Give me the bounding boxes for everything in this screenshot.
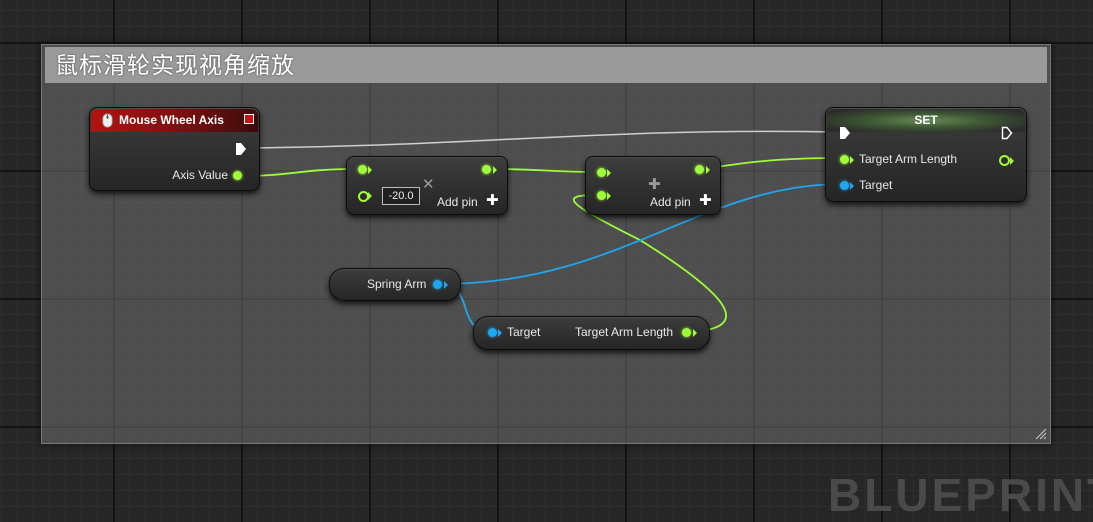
pin-arrow-icon <box>368 192 372 200</box>
spring-arm-variable-node[interactable]: Spring Arm <box>329 268 461 301</box>
multiply-value-input[interactable]: -20.0 <box>382 187 420 205</box>
node-title: Mouse Wheel Axis <box>119 113 224 127</box>
add-output-pin[interactable] <box>695 165 704 174</box>
add-node[interactable]: ✚ Add pin ✚ <box>585 156 721 215</box>
target-arm-length-label: Target Arm Length <box>859 152 958 166</box>
axis-value-pin[interactable] <box>233 171 242 180</box>
pin-arrow-icon <box>368 166 372 174</box>
blueprint-watermark: BLUEPRINT <box>828 469 1093 521</box>
spring-arm-output-pin[interactable] <box>433 280 442 289</box>
pin-arrow-icon <box>607 192 611 200</box>
set-target-pin[interactable] <box>840 181 849 190</box>
add-pin-plus-icon[interactable]: ✚ <box>699 193 712 208</box>
set-target-label: Target <box>859 178 893 192</box>
get-target-arm-length-label: Target Arm Length <box>575 325 674 339</box>
axis-value-label: Axis Value <box>172 168 228 182</box>
delegate-pin-icon[interactable] <box>244 114 254 124</box>
node-title: SET <box>914 113 938 127</box>
pin-arrow-icon <box>607 169 611 177</box>
add-input-b-pin[interactable] <box>597 191 606 200</box>
multiply-operator-icon: ✕ <box>422 176 435 193</box>
mouse-icon <box>102 113 113 128</box>
pin-arrow-icon <box>493 166 497 174</box>
pin-arrow-icon <box>498 329 502 337</box>
add-pin-plus-icon[interactable]: ✚ <box>486 193 499 208</box>
set-header: SET <box>827 109 1025 132</box>
target-arm-length-input-pin[interactable] <box>840 155 849 164</box>
exec-out-pin-icon[interactable] <box>235 142 247 156</box>
get-target-label: Target <box>507 325 541 339</box>
get-target-arm-length-node[interactable]: Target Target Arm Length <box>473 316 710 350</box>
target-arm-length-output-pin[interactable] <box>999 155 1010 166</box>
multiply-output-pin[interactable] <box>482 165 491 174</box>
add-to-set-wire <box>702 157 844 170</box>
axis-value-wire <box>242 168 360 177</box>
pin-arrow-icon <box>850 182 854 190</box>
set-node[interactable]: SET Target Arm Length Target <box>825 107 1027 202</box>
multiply-add-pin-button[interactable]: Add pin <box>437 195 478 209</box>
pin-arrow-icon <box>706 166 710 174</box>
mouse-wheel-axis-header: Mouse Wheel Axis <box>91 109 258 132</box>
pin-arrow-icon <box>1010 157 1014 165</box>
exec-out-pin-icon[interactable] <box>1001 126 1013 140</box>
exec-in-pin-icon[interactable] <box>839 126 851 140</box>
get-target-pin[interactable] <box>488 328 497 337</box>
spring-arm-label: Spring Arm <box>367 277 427 291</box>
connection-wires <box>242 130 844 333</box>
add-input-a-pin[interactable] <box>597 168 606 177</box>
mouse-wheel-axis-node[interactable]: Mouse Wheel Axis Axis Value <box>89 107 260 191</box>
pin-arrow-icon <box>444 281 448 289</box>
pin-arrow-icon <box>850 156 854 164</box>
multiply-node[interactable]: -20.0 ✕ Add pin ✚ <box>346 156 508 215</box>
add-operator-icon: ✚ <box>648 176 661 193</box>
add-add-pin-button[interactable]: Add pin <box>650 195 691 209</box>
exec-wire <box>248 130 839 149</box>
pin-arrow-icon <box>693 329 697 337</box>
multiply-input-a-pin[interactable] <box>358 165 367 174</box>
get-target-arm-length-output-pin[interactable] <box>682 328 691 337</box>
